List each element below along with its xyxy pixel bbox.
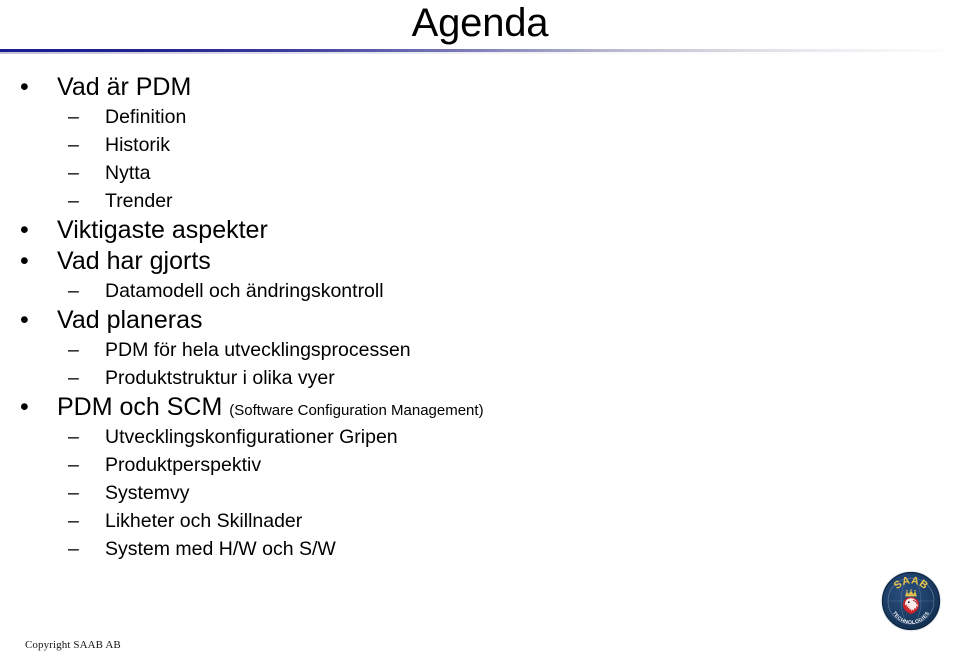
- dash-marker-icon: –: [68, 190, 79, 212]
- dash-marker-icon: –: [68, 454, 79, 476]
- agenda-item-label: Utvecklingskonfigurationer Gripen: [105, 426, 398, 448]
- agenda-sub-item: – Produktstruktur i olika vyer: [0, 364, 880, 392]
- agenda-sub-item: – Trender: [0, 187, 880, 215]
- agenda-item-label: Produktperspektiv: [105, 454, 262, 476]
- dash-marker-icon: –: [68, 538, 79, 560]
- title-divider-shadow: [0, 52, 960, 54]
- agenda-item: • PDM och SCM (Software Configuration Man…: [0, 392, 880, 423]
- dash-marker-icon: –: [68, 106, 79, 128]
- agenda-item: • Viktigaste aspekter: [0, 215, 880, 246]
- dash-marker-icon: –: [68, 134, 79, 156]
- copyright-notice: Copyright SAAB AB: [25, 639, 121, 651]
- agenda-item-label: Trender: [105, 190, 173, 212]
- agenda-sub-item: – Datamodell och ändringskontroll: [0, 277, 880, 305]
- bullet-marker-icon: •: [20, 393, 29, 421]
- agenda-sub-item: – Systemvy: [0, 479, 880, 507]
- agenda-sub-item: – Likheter och Skillnader: [0, 507, 880, 535]
- bullet-marker-icon: •: [20, 216, 29, 244]
- agenda-item-label: Nytta: [105, 162, 151, 184]
- agenda-item: • Vad planeras: [0, 305, 880, 336]
- dash-marker-icon: –: [68, 482, 79, 504]
- agenda-item-label: Historik: [105, 134, 171, 156]
- agenda-item-label: Produktstruktur i olika vyer: [105, 367, 335, 389]
- page-title: Agenda: [411, 1, 549, 45]
- agenda-item-label: Datamodell och ändringskontroll: [105, 280, 384, 302]
- dash-marker-icon: –: [68, 426, 79, 448]
- saab-technologies-logo: SAAB TECHNOLOGIES: [880, 570, 942, 632]
- bullet-marker-icon: •: [20, 306, 29, 334]
- agenda-item-label: Definition: [105, 106, 187, 128]
- agenda-item-label: Vad har gjorts: [57, 247, 211, 275]
- agenda-bullet-list: • Vad är PDM – Definition – Historik – Nytta – Tr…: [0, 72, 880, 563]
- agenda-item-label: System med H/W och S/W: [105, 538, 336, 560]
- dash-marker-icon: –: [68, 280, 79, 302]
- dash-marker-icon: –: [68, 162, 79, 184]
- agenda-item-label: Vad är PDM: [57, 73, 192, 101]
- agenda-item-label: Vad planeras: [57, 306, 203, 334]
- agenda-sub-item: – Historik: [0, 131, 880, 159]
- agenda-sub-item: – PDM för hela utvecklingsprocessen: [0, 336, 880, 364]
- agenda-item-label: PDM och SCM: [57, 393, 230, 421]
- agenda-sub-item: – Utvecklingskonfigurationer Gripen: [0, 423, 880, 451]
- dash-marker-icon: –: [68, 510, 79, 532]
- agenda-item-label: Likheter och Skillnader: [105, 510, 303, 532]
- dash-marker-icon: –: [68, 339, 79, 361]
- agenda-sub-item: – Nytta: [0, 159, 880, 187]
- bullet-marker-icon: •: [20, 247, 29, 275]
- agenda-sub-item: – Definition: [0, 103, 880, 131]
- agenda-sub-item: – Produktperspektiv: [0, 451, 880, 479]
- agenda-sub-item: – System med H/W och S/W: [0, 535, 880, 563]
- agenda-item: • Vad är PDM: [0, 72, 880, 103]
- agenda-item-label: Viktigaste aspekter: [57, 216, 268, 244]
- agenda-item: • Vad har gjorts: [0, 246, 880, 277]
- agenda-item-label: PDM för hela utvecklingsprocessen: [105, 339, 411, 361]
- bullet-marker-icon: •: [20, 73, 29, 101]
- dash-marker-icon: –: [68, 367, 79, 389]
- agenda-item-label: Systemvy: [105, 482, 190, 504]
- agenda-item-parenthetical: (Software Configuration Management): [229, 402, 484, 419]
